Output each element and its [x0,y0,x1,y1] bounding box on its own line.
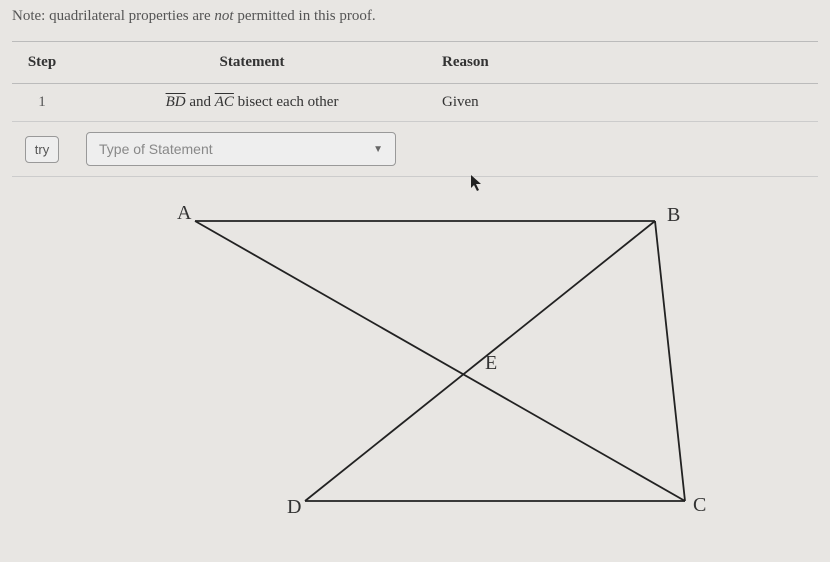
header-statement: Statement [72,42,432,84]
point-label-d: D [287,496,301,518]
chevron-down-icon: ▼ [373,144,383,155]
stmt-mid: and [186,94,215,110]
try-cell: try [12,122,72,177]
statement-cell: BD and AC bisect each other [72,84,432,122]
stmt-tail: bisect each other [234,94,339,110]
note-prefix: Note: quadrilateral properties are [12,8,214,24]
note-suffix: permitted in this proof. [234,8,376,24]
proof-note: Note: quadrilateral properties are not p… [12,8,818,25]
segment-ac: AC [215,94,234,110]
type-statement-cell: Type of Statement ▼ [72,122,432,177]
try-button[interactable]: try [25,136,59,163]
line-bd [305,221,655,501]
geometry-diagram: A B C D E [12,191,818,536]
table-header-row: Step Statement Reason [12,42,818,84]
header-step: Step [12,42,72,84]
table-row: 1 BD and AC bisect each other Given [12,84,818,122]
table-row: try Type of Statement ▼ [12,122,818,177]
type-placeholder: Type of Statement [99,141,213,157]
point-label-c: C [693,494,706,516]
type-of-statement-select[interactable]: Type of Statement ▼ [86,132,396,166]
header-reason: Reason [432,42,818,84]
reason-cell: Given [432,84,818,122]
point-label-e: E [485,352,497,374]
reason-cell-empty [432,122,818,177]
segment-bd: BD [166,94,186,110]
note-emph: not [214,8,233,24]
line-cb [655,221,685,501]
proof-table: Step Statement Reason 1 BD and AC bisect… [12,41,818,177]
point-label-b: B [667,204,680,226]
step-number: 1 [12,84,72,122]
point-label-a: A [177,202,192,224]
line-ac [195,221,685,501]
